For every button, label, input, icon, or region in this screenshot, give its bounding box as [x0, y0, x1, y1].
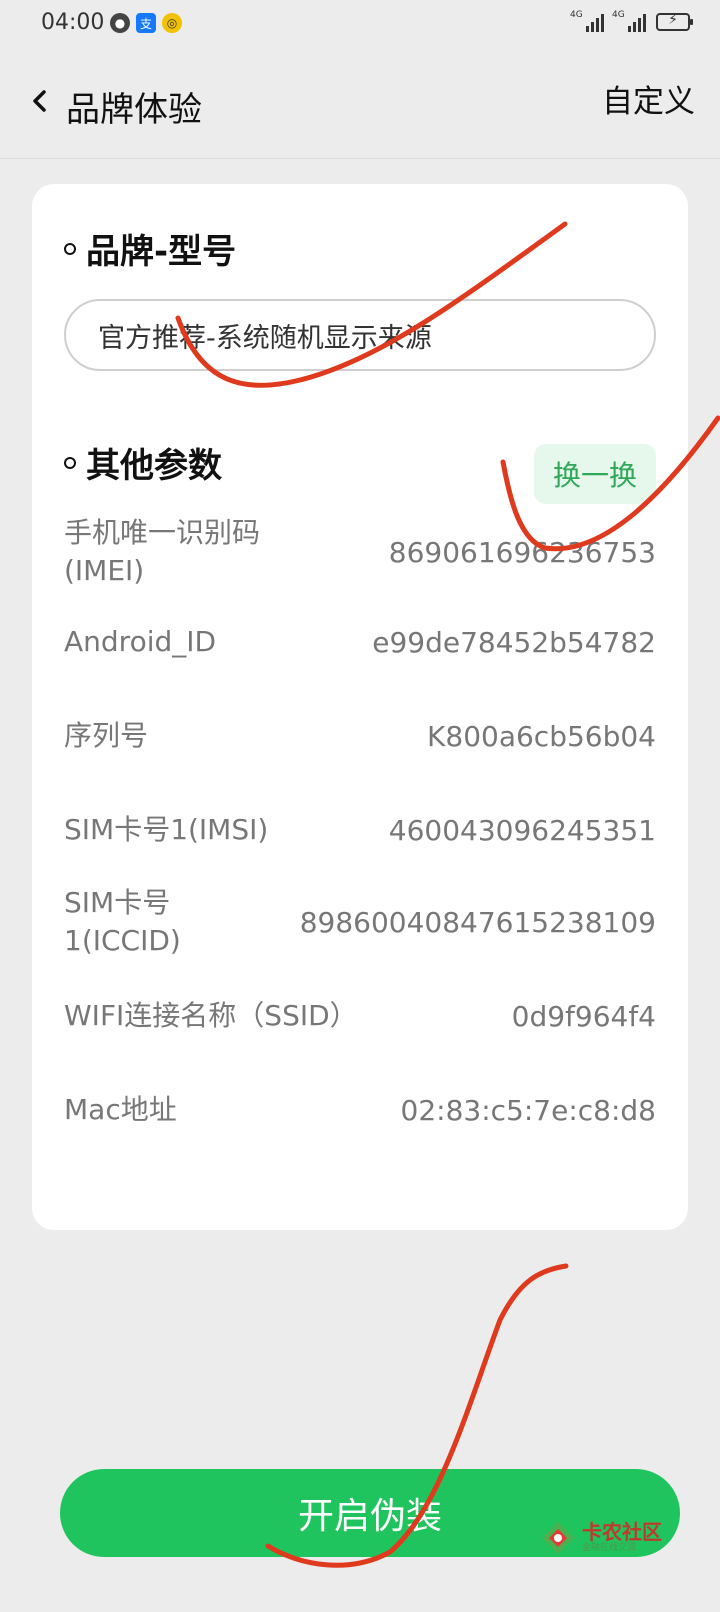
status-bar: 04:00 ● 支 ◎ 4G 4G ⚡: [0, 0, 720, 48]
alipay-icon: 支: [136, 13, 156, 33]
param-label: Android_ID: [64, 625, 217, 658]
param-label: SIM卡号1(IMSI): [64, 813, 269, 846]
watermark-text-block: 卡农社区 金融在线交流: [582, 1522, 662, 1554]
brand-model-value: 官方推荐-系统随机显示来源: [98, 322, 432, 354]
watermark: 卡农社区 金融在线交流: [540, 1520, 662, 1556]
page-title: 品牌体验: [66, 90, 202, 130]
param-value: 02:83:c5:7e:c8:d8: [400, 1093, 656, 1127]
param-value: 89860040847615238109: [299, 905, 656, 939]
bullet-icon: [64, 456, 76, 469]
param-value: 0d9f964f4: [511, 999, 656, 1033]
param-row-iccid: SIM卡号 1(ICCID) 89860040847615238109: [64, 884, 656, 960]
back-icon[interactable]: [30, 84, 50, 118]
param-label: Mac地址: [64, 1093, 177, 1126]
signal-tag: 4G: [570, 10, 583, 20]
bullet-icon: [64, 242, 76, 255]
custom-button[interactable]: 自定义: [602, 76, 695, 121]
swap-button[interactable]: 换一换: [534, 444, 656, 504]
param-row-serial: 序列号 K800a6cb56b04: [64, 716, 656, 756]
param-row-ssid: WIFI连接名称（SSID） 0d9f964f4: [64, 996, 656, 1036]
signal-tag: 4G: [612, 10, 625, 20]
system-icons: 4G 4G ⚡: [570, 10, 693, 32]
param-row-imei: 手机唯一识别码 (IMEI) 869061696236753: [64, 514, 656, 590]
battery-charging-icon: ⚡: [656, 12, 693, 31]
params-section-title: 其他参数: [86, 446, 222, 486]
brand-section-heading: 品牌-型号: [64, 224, 236, 273]
signal-icon: 4G: [612, 10, 646, 32]
notification-icons: ● 支 ◎: [110, 13, 182, 33]
settings-card: 品牌-型号 官方推荐-系统随机显示来源 其他参数 换一换 手机唯一识别码 (IM…: [32, 184, 688, 1230]
param-value: e99de78452b54782: [372, 625, 656, 659]
param-row-imsi: SIM卡号1(IMSI) 460043096245351: [64, 810, 656, 850]
watermark-title: 卡农社区: [582, 1520, 662, 1544]
param-label: SIM卡号 1(ICCID): [64, 886, 181, 957]
param-value: 460043096245351: [388, 813, 656, 847]
param-value: 869061696236753: [388, 535, 656, 569]
brand-model-select[interactable]: 官方推荐-系统随机显示来源: [64, 299, 656, 371]
params-section-heading: 其他参数: [64, 438, 222, 487]
status-time: 04:00: [41, 10, 105, 35]
param-row-mac: Mac地址 02:83:c5:7e:c8:d8: [64, 1090, 656, 1130]
wechat-icon: ●: [110, 13, 130, 33]
param-label: 序列号: [64, 719, 149, 752]
param-label: 手机唯一识别码 (IMEI): [64, 516, 261, 587]
notification-icon: ◎: [162, 13, 182, 33]
signal-icon: 4G: [570, 10, 604, 32]
header: 品牌体验 自定义: [0, 58, 720, 159]
brand-section-title: 品牌-型号: [86, 232, 237, 272]
watermark-logo-icon: [542, 1522, 574, 1554]
param-value: K800a6cb56b04: [427, 719, 656, 753]
param-label: WIFI连接名称（SSID）: [64, 999, 358, 1032]
param-row-android-id: Android_ID e99de78452b54782: [64, 622, 656, 662]
